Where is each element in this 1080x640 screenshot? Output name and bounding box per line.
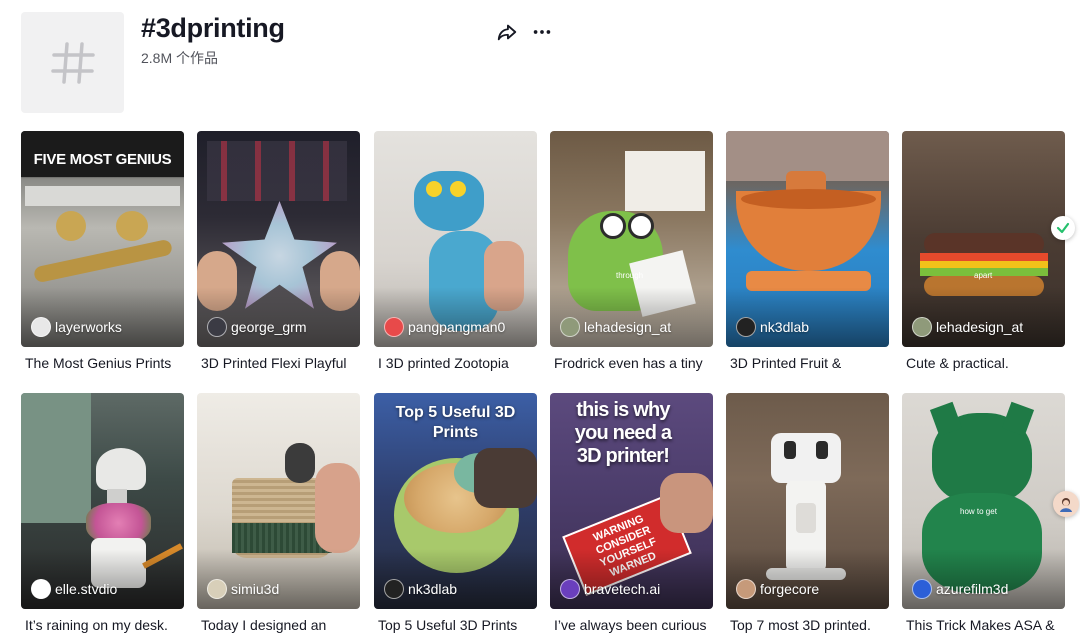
avatar-icon xyxy=(1060,498,1072,512)
author-avatar xyxy=(560,317,580,337)
video-caption[interactable]: Today I designed an xyxy=(197,616,359,634)
floating-avatar-button[interactable] xyxy=(1053,491,1079,517)
video-card[interactable]: simiu3d Today I designed an xyxy=(197,393,360,634)
author-name: pangpangman0 xyxy=(408,319,506,335)
video-card[interactable]: FIVE MOST GENIUS layerworks The Most Gen… xyxy=(21,131,184,372)
author-avatar xyxy=(31,317,51,337)
author-name: nk3dlab xyxy=(760,319,810,335)
video-caption[interactable]: I’ve always been curious xyxy=(550,616,712,634)
video-author[interactable]: simiu3d xyxy=(207,579,279,599)
video-caption[interactable]: 3D Printed Flexi Playful xyxy=(197,354,359,372)
author-avatar xyxy=(384,317,404,337)
author-avatar xyxy=(736,579,756,599)
share-button[interactable] xyxy=(495,20,519,44)
video-thumbnail[interactable]: simiu3d xyxy=(197,393,360,609)
video-thumbnail[interactable]: elle.stvdio xyxy=(21,393,184,609)
author-avatar xyxy=(384,579,404,599)
author-name: azurefilm3d xyxy=(936,581,1009,597)
video-author[interactable]: elle.stvdio xyxy=(31,579,117,599)
author-name: forgecore xyxy=(760,581,820,597)
author-name: lehadesign_at xyxy=(936,319,1024,335)
video-card[interactable]: elle.stvdio It’s raining on my desk. xyxy=(21,393,184,634)
more-icon xyxy=(533,30,551,34)
video-card[interactable]: george_grm 3D Printed Flexi Playful xyxy=(197,131,360,372)
author-name: bravetech.ai xyxy=(584,581,661,597)
author-name: layerworks xyxy=(55,319,122,335)
video-overlay-text: apart xyxy=(974,271,993,280)
video-author[interactable]: bravetech.ai xyxy=(560,579,660,599)
video-card[interactable]: Top 5 Useful 3D Prints nk3dlab Top 5 Use… xyxy=(374,393,537,634)
video-caption[interactable]: Top 7 most 3D printed. xyxy=(726,616,888,634)
more-options-button[interactable] xyxy=(530,20,554,44)
share-icon xyxy=(497,24,517,41)
video-caption[interactable]: It’s raining on my desk. xyxy=(21,616,183,634)
video-card[interactable]: nk3dlab 3D Printed Fruit & xyxy=(726,131,889,372)
hashtag-header: #3dprinting 2.8M 个作品 xyxy=(21,12,1061,114)
video-thumbnail[interactable]: FIVE MOST GENIUS layerworks xyxy=(21,131,184,347)
video-caption[interactable]: Cute & practical. xyxy=(902,354,1064,372)
video-author[interactable]: pangpangman0 xyxy=(384,317,505,337)
author-name: lehadesign_at xyxy=(584,319,672,335)
author-name: nk3dlab xyxy=(408,581,458,597)
video-author[interactable]: forgecore xyxy=(736,579,819,599)
video-thumbnail[interactable]: pangpangman0 xyxy=(374,131,537,347)
video-author[interactable]: nk3dlab xyxy=(736,317,809,337)
author-avatar xyxy=(207,317,227,337)
hashtag-avatar xyxy=(21,12,124,113)
video-author[interactable]: lehadesign_at xyxy=(560,317,671,337)
video-thumbnail[interactable]: forgecore xyxy=(726,393,889,609)
video-thumbnail[interactable]: how to get azurefilm3d xyxy=(902,393,1065,609)
author-name: george_grm xyxy=(231,319,307,335)
author-avatar xyxy=(912,317,932,337)
video-caption[interactable]: Top 5 Useful 3D Prints xyxy=(374,616,536,634)
video-overlay-text: through xyxy=(616,271,644,280)
video-caption[interactable]: 3D Printed Fruit & xyxy=(726,354,888,372)
video-caption[interactable]: The Most Genius Prints xyxy=(21,354,183,372)
video-card[interactable]: through lehadesign_at Frodrick even has … xyxy=(550,131,713,372)
author-name: simiu3d xyxy=(231,581,280,597)
author-avatar xyxy=(560,579,580,599)
video-thumbnail[interactable]: this is why you need a 3D printer! WARNI… xyxy=(550,393,713,609)
video-card[interactable]: this is why you need a 3D printer! WARNI… xyxy=(550,393,713,634)
video-author[interactable]: layerworks xyxy=(31,317,122,337)
video-caption[interactable]: I 3D printed Zootopia xyxy=(374,354,536,372)
video-card[interactable]: pangpangman0 I 3D printed Zootopia xyxy=(374,131,537,372)
video-author[interactable]: azurefilm3d xyxy=(912,579,1008,599)
video-card[interactable]: forgecore Top 7 most 3D printed. xyxy=(726,393,889,634)
video-thumbnail[interactable]: through lehadesign_at xyxy=(550,131,713,347)
video-overlay-text: how to get xyxy=(960,507,997,516)
video-card[interactable]: apart lehadesign_at Cute & practical. xyxy=(902,131,1065,372)
video-author[interactable]: lehadesign_at xyxy=(912,317,1023,337)
video-caption[interactable]: Frodrick even has a tiny xyxy=(550,354,712,372)
floating-check-button[interactable] xyxy=(1051,216,1075,240)
video-author[interactable]: george_grm xyxy=(207,317,307,337)
hashtag-icon xyxy=(50,41,95,84)
video-card[interactable]: how to get azurefilm3d This Trick Makes … xyxy=(902,393,1065,634)
author-name: elle.stvdio xyxy=(55,581,118,597)
video-author[interactable]: nk3dlab xyxy=(384,579,457,599)
video-overlay-text: this is why you need a 3D printer! xyxy=(574,399,672,467)
video-thumbnail[interactable]: Top 5 Useful 3D Prints nk3dlab xyxy=(374,393,537,609)
page-title: #3dprinting xyxy=(141,13,285,43)
video-caption[interactable]: This Trick Makes ASA & xyxy=(902,616,1064,634)
video-thumbnail[interactable]: apart lehadesign_at xyxy=(902,131,1065,347)
post-count: 2.8M 个作品 xyxy=(141,50,219,66)
author-avatar xyxy=(207,579,227,599)
author-avatar xyxy=(736,317,756,337)
video-thumbnail[interactable]: george_grm xyxy=(197,131,360,347)
video-overlay-text: FIVE MOST GENIUS xyxy=(33,151,172,168)
author-avatar xyxy=(912,579,932,599)
author-avatar xyxy=(31,579,51,599)
video-overlay-text: Top 5 Useful 3D Prints xyxy=(395,404,516,441)
check-icon xyxy=(1056,222,1070,234)
video-thumbnail[interactable]: nk3dlab xyxy=(726,131,889,347)
